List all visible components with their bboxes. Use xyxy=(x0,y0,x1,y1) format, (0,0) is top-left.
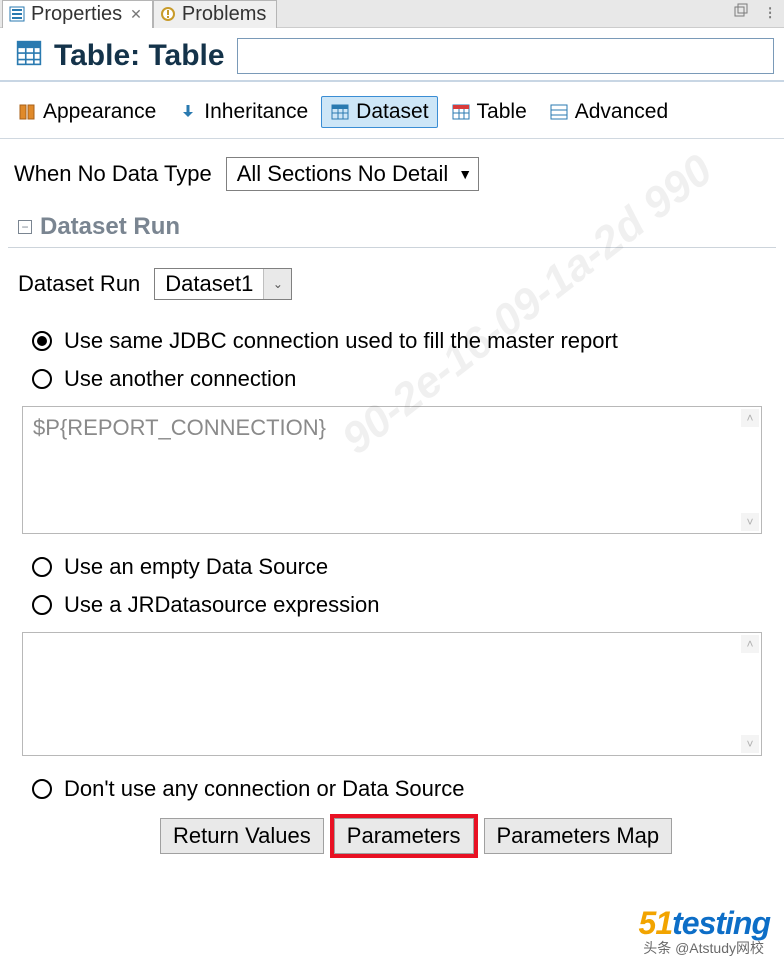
problems-tab[interactable]: Problems xyxy=(153,0,277,28)
toolbar-label: Inheritance xyxy=(204,100,308,124)
properties-icon xyxy=(9,6,25,22)
button-row: Return Values Parameters Parameters Map xyxy=(0,808,784,864)
chevron-down-icon: ⌄ xyxy=(263,269,291,299)
radio-icon xyxy=(32,779,52,799)
dataset-run-label: Dataset Run xyxy=(18,271,140,297)
problems-icon xyxy=(160,6,176,22)
table-icon xyxy=(16,40,42,72)
radio-no-connection[interactable]: Don't use any connection or Data Source xyxy=(32,770,784,808)
toolbar-label: Dataset xyxy=(356,100,428,124)
toolbar-label: Table xyxy=(477,100,527,124)
view-tab-strip: Properties ✕ Problems ⁝ xyxy=(0,0,784,28)
jrdatasource-expression-box[interactable]: ˄ ˅ xyxy=(22,632,762,756)
connection-radio-group: Use same JDBC connection used to fill th… xyxy=(0,322,784,398)
tab-label: Problems xyxy=(182,3,266,26)
scroll-down-icon[interactable]: ˅ xyxy=(741,735,759,753)
advanced-tab[interactable]: Advanced xyxy=(540,96,677,128)
dataset-run-section: − Dataset Run xyxy=(8,199,776,248)
scroll-up-icon[interactable]: ˄ xyxy=(741,635,759,653)
radio-label: Use same JDBC connection used to fill th… xyxy=(64,328,618,354)
scroll-up-icon[interactable]: ˄ xyxy=(741,409,759,427)
page-title: Table: Table xyxy=(54,39,225,73)
byline-text: 头条 @Atstudy网校 xyxy=(643,938,764,958)
when-no-data-label: When No Data Type xyxy=(14,161,212,187)
radio-label: Use another connection xyxy=(64,366,296,392)
appearance-icon xyxy=(17,102,37,122)
collapse-icon[interactable]: − xyxy=(18,220,32,234)
section-toolbar: Appearance Inheritance Dataset Table Adv… xyxy=(0,90,784,134)
radio-icon xyxy=(32,557,52,577)
scroll-down-icon[interactable]: ˅ xyxy=(741,513,759,531)
radio-empty-datasource[interactable]: Use an empty Data Source xyxy=(32,548,784,586)
expression-text: $P{REPORT_CONNECTION} xyxy=(33,415,326,440)
parameters-button[interactable]: Parameters xyxy=(334,818,474,854)
dataset-run-combo[interactable]: Dataset1 ⌄ xyxy=(154,268,292,300)
combo-value: Dataset1 xyxy=(165,271,253,297)
toolbar-label: Appearance xyxy=(43,100,156,124)
radio-label: Use a JRDatasource expression xyxy=(64,592,379,618)
radio-label: Don't use any connection or Data Source xyxy=(64,776,464,802)
when-no-data-row: When No Data Type All Sections No Detail… xyxy=(0,153,784,195)
title-row: Table: Table xyxy=(0,28,784,80)
search-input[interactable] xyxy=(237,38,774,74)
radio-another-connection[interactable]: Use another connection xyxy=(32,360,784,398)
table-tab[interactable]: Table xyxy=(442,96,536,128)
logo-part-b: testing xyxy=(672,905,770,941)
chevron-down-icon: ▼ xyxy=(458,166,472,182)
appearance-tab[interactable]: Appearance xyxy=(8,96,165,128)
inheritance-icon xyxy=(178,102,198,122)
tab-label: Properties xyxy=(31,3,122,26)
advanced-icon xyxy=(549,102,569,122)
combo-value: All Sections No Detail xyxy=(237,161,449,187)
dataset-run-row: Dataset Run Dataset1 ⌄ xyxy=(0,264,784,304)
table-icon xyxy=(451,102,471,122)
connection-expression-box[interactable]: $P{REPORT_CONNECTION} ˄ ˅ xyxy=(22,406,762,534)
radio-label: Use an empty Data Source xyxy=(64,554,328,580)
properties-tab[interactable]: Properties ✕ xyxy=(2,0,153,28)
radio-jrdatasource-expression[interactable]: Use a JRDatasource expression xyxy=(32,586,784,624)
dataset-icon xyxy=(330,102,350,122)
radio-icon xyxy=(32,331,52,351)
restore-icon[interactable] xyxy=(733,2,749,25)
when-no-data-combo[interactable]: All Sections No Detail ▼ xyxy=(226,157,479,191)
return-values-button[interactable]: Return Values xyxy=(160,818,324,854)
inheritance-tab[interactable]: Inheritance xyxy=(169,96,317,128)
close-icon[interactable]: ✕ xyxy=(130,6,142,23)
section-title: Dataset Run xyxy=(40,213,180,241)
radio-icon xyxy=(32,369,52,389)
radio-icon xyxy=(32,595,52,615)
menu-dots-icon[interactable]: ⁝ xyxy=(767,3,774,24)
dataset-tab[interactable]: Dataset xyxy=(321,96,437,128)
radio-same-jdbc[interactable]: Use same JDBC connection used to fill th… xyxy=(32,322,784,360)
logo-part-a: 51 xyxy=(639,905,673,941)
toolbar-label: Advanced xyxy=(575,100,668,124)
parameters-map-button[interactable]: Parameters Map xyxy=(484,818,673,854)
logo-watermark: 51testing xyxy=(639,905,770,942)
